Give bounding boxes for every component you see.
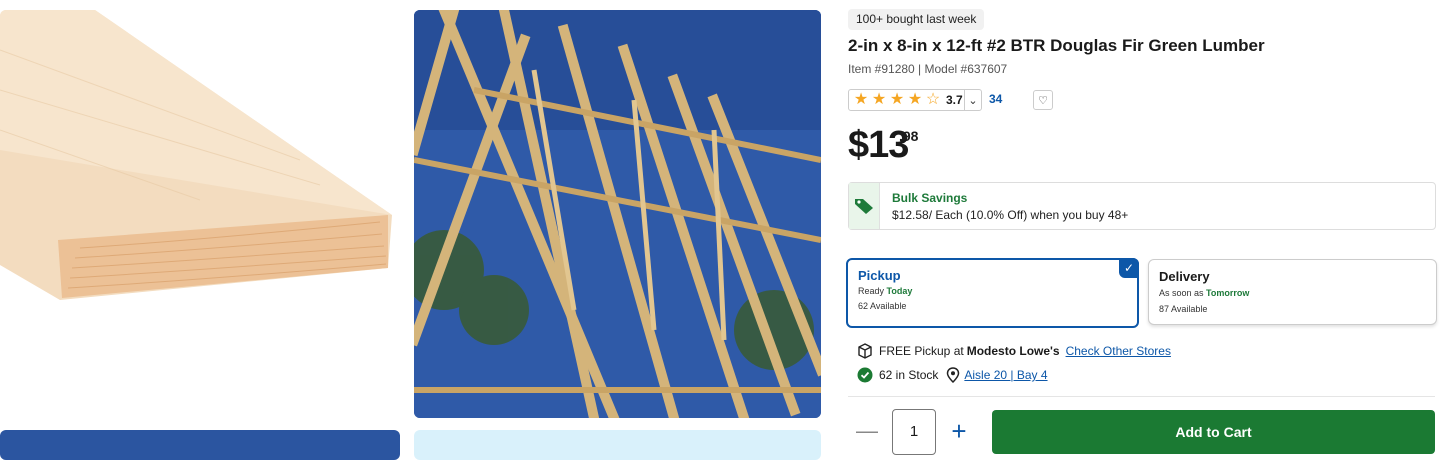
product-image-thumbnail[interactable]: [414, 430, 821, 460]
quantity-increase-button[interactable]: +: [947, 416, 971, 446]
bulk-savings-title: Bulk Savings: [892, 191, 968, 205]
delivery-available: 87 Available: [1159, 304, 1208, 314]
package-box-icon: [858, 343, 872, 359]
store-name: Modesto Lowe's: [966, 344, 1060, 358]
quantity-input[interactable]: 1: [892, 409, 936, 455]
star-rating: ★ ★ ★ ★ ☆: [849, 91, 942, 109]
delivery-label: Delivery: [1159, 269, 1210, 284]
bulk-savings-detail: $12.58/ Each (10.0% Off) when you buy 48…: [892, 208, 1129, 222]
product-item-model: Item #91280 | Model #637607: [848, 62, 1008, 76]
quantity-decrease-button[interactable]: —: [856, 418, 878, 443]
product-image-thumbnail[interactable]: [0, 430, 400, 460]
location-pin-icon: [947, 367, 960, 383]
store-pickup-line: FREE Pickup at Modesto Lowe's Check Othe…: [857, 343, 1171, 359]
delivery-status: As soon as Tomorrow: [1159, 288, 1250, 298]
price-cents: .98: [899, 128, 919, 144]
stock-line: 62 in Stock Aisle 20 | Bay 4: [857, 367, 1048, 383]
roof-truss-photo: [414, 10, 821, 418]
chevron-down-icon[interactable]: ⌄: [964, 90, 981, 110]
pickup-prefix: FREE Pickup at: [879, 344, 964, 358]
rating-widget[interactable]: ★ ★ ★ ★ ☆ 3.7 ⌄: [848, 89, 982, 111]
pickup-status-day: Today: [886, 286, 913, 296]
star-full-icon: ★: [853, 91, 869, 108]
price-tag-icon: [849, 183, 880, 229]
rating-score: 3.7: [946, 93, 963, 107]
add-to-cart-button[interactable]: Add to Cart: [992, 410, 1435, 454]
review-count-link[interactable]: 34: [989, 92, 1002, 106]
delivery-status-day: Tomorrow: [1206, 288, 1250, 298]
favorite-heart-icon[interactable]: ♡: [1033, 90, 1053, 110]
checkmark-circle-icon: [857, 367, 873, 383]
pickup-available: 62 Available: [858, 301, 907, 311]
selected-check-icon: ✓: [1119, 258, 1139, 278]
aisle-location-link[interactable]: Aisle 20 | Bay 4: [964, 368, 1047, 382]
star-partial-icon: ★: [907, 91, 923, 108]
product-title: 2-in x 8-in x 12-ft #2 BTR Douglas Fir G…: [848, 36, 1265, 55]
bulk-savings-banner: Bulk Savings $12.58/ Each (10.0% Off) wh…: [848, 182, 1436, 230]
check-other-stores-link[interactable]: Check Other Stores: [1066, 344, 1171, 358]
popularity-badge: 100+ bought last week: [848, 9, 985, 30]
lumber-board-illustration: [0, 10, 392, 300]
product-image-trusses[interactable]: [414, 10, 821, 418]
divider: [848, 396, 1435, 397]
star-full-icon: ★: [871, 91, 887, 108]
star-full-icon: ★: [889, 91, 905, 108]
pickup-status: Ready Today: [858, 286, 913, 296]
star-empty-icon: ☆: [925, 91, 941, 108]
stock-count: 62 in Stock: [879, 368, 939, 382]
product-image-board[interactable]: [0, 10, 400, 418]
pickup-label: Pickup: [858, 268, 901, 283]
delivery-option[interactable]: Delivery As soon as Tomorrow 87 Availabl…: [1148, 259, 1437, 325]
pickup-option[interactable]: Pickup Ready Today 62 Available ✓: [846, 258, 1139, 328]
